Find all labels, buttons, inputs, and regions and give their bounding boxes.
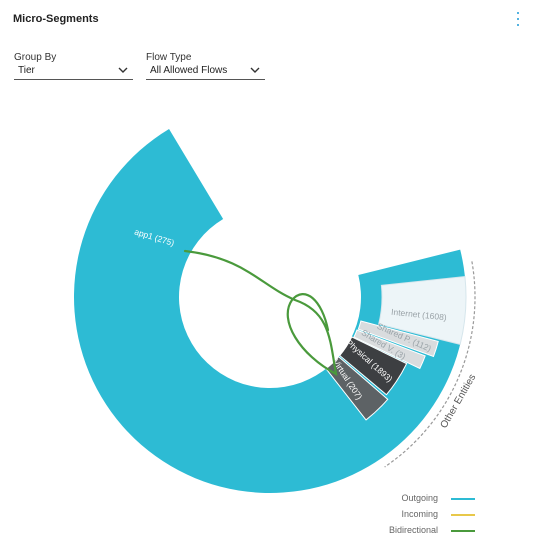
legend-swatch-bidirectional <box>451 530 475 532</box>
legend-label-incoming: Incoming <box>401 509 438 519</box>
legend-swatch-incoming <box>451 514 475 516</box>
flow-line-bidirectional[interactable] <box>183 249 338 377</box>
micro-segments-donut-chart: Other Entitiesapp1 (275)Internet (1608)S… <box>73 128 478 494</box>
legend-swatch-outgoing <box>451 498 475 500</box>
legend-label-bidirectional: Bidirectional <box>388 525 438 535</box>
legend-label-outgoing: Outgoing <box>401 493 438 503</box>
